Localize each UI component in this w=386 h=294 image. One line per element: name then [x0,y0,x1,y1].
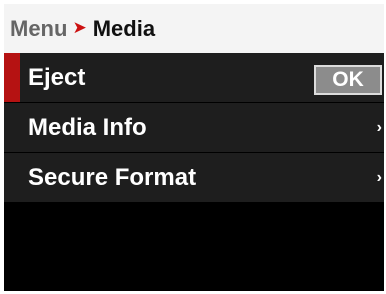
ok-button[interactable]: OK [314,65,382,95]
page-title: Media [92,15,156,41]
menu-item-label: Secure Format [28,163,197,191]
selection-indicator [4,53,20,102]
breadcrumb-parent[interactable]: Menu [10,16,67,42]
menu-item-media-info[interactable]: Media Info › [4,103,384,153]
chevron-right-icon: › [376,168,382,186]
menu-item-eject[interactable]: Eject OK [4,53,384,103]
menu-item-label: Media Info [28,113,147,141]
menu-list: Eject OK Media Info › Secure Format › [4,53,384,203]
chevron-right-icon: ➤ [72,17,87,37]
device-screen: Menu ➤ Media Eject OK Media Info › Secur… [4,4,384,291]
menu-item-secure-format[interactable]: Secure Format › [4,153,384,203]
menu-item-label: Eject [28,63,86,91]
breadcrumb: Menu ➤ Media [4,4,384,53]
chevron-right-icon: › [376,118,382,136]
